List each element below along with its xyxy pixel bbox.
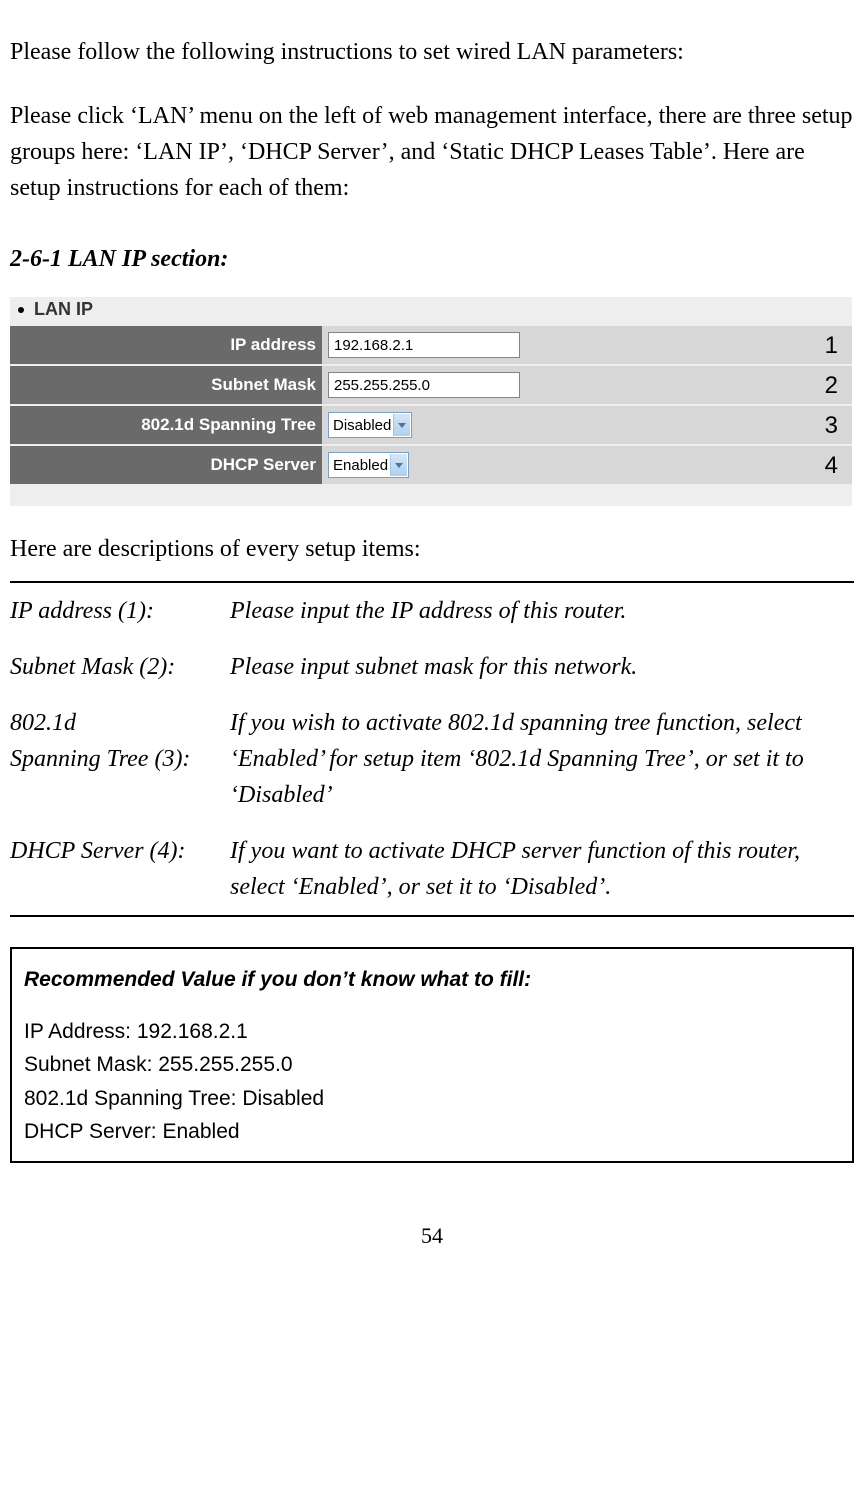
recommended-line: Subnet Mask: 255.255.255.0 <box>24 1048 840 1082</box>
field-label-ip-address: IP address <box>10 326 322 365</box>
descriptions-table: IP address (1): Please input the IP addr… <box>10 583 854 915</box>
divider-bottom <box>10 915 854 917</box>
bullet-icon <box>18 307 24 313</box>
recommended-title: Recommended Value if you don’t know what… <box>24 963 840 997</box>
desc-label: DHCP Server (4): <box>10 823 230 915</box>
field-value-cell: 1 <box>322 326 852 365</box>
callout-number-3: 3 <box>825 412 838 440</box>
desc-label: 802.1d Spanning Tree (3): <box>10 695 230 823</box>
desc-text: Please input the IP address of this rout… <box>230 583 854 639</box>
callout-number-2: 2 <box>825 372 838 400</box>
desc-text: If you want to activate DHCP server func… <box>230 823 854 915</box>
table-row: IP address (1): Please input the IP addr… <box>10 583 854 639</box>
table-row: Subnet Mask (2): Please input subnet mas… <box>10 639 854 695</box>
table-row: DHCP Server Enabled 4 <box>10 445 852 485</box>
callout-number-4: 4 <box>825 452 838 480</box>
select-value: Disabled <box>333 417 391 434</box>
field-label-dhcp-server: DHCP Server <box>10 445 322 485</box>
section-heading: 2-6-1 LAN IP section: <box>10 246 854 273</box>
chevron-down-icon <box>393 414 410 436</box>
table-row: 802.1d Spanning Tree Disabled 3 <box>10 405 852 445</box>
recommended-line: 802.1d Spanning Tree: Disabled <box>24 1082 840 1116</box>
field-label-subnet-mask: Subnet Mask <box>10 365 322 405</box>
table-row: Subnet Mask 2 <box>10 365 852 405</box>
intro-paragraph-1: Please follow the following instructions… <box>10 34 854 70</box>
lan-ip-panel-header: LAN IP <box>10 297 852 326</box>
table-row: 802.1d Spanning Tree (3): If you wish to… <box>10 695 854 823</box>
spanning-tree-select[interactable]: Disabled <box>328 412 412 438</box>
chevron-down-icon <box>390 454 407 476</box>
lan-ip-title: LAN IP <box>34 299 93 320</box>
select-value: Enabled <box>333 457 388 474</box>
table-row: DHCP Server (4): If you want to activate… <box>10 823 854 915</box>
page-number: 54 <box>10 1223 854 1249</box>
desc-label: Subnet Mask (2): <box>10 639 230 695</box>
field-value-cell: 2 <box>322 365 852 405</box>
desc-label: IP address (1): <box>10 583 230 639</box>
lan-ip-screenshot: LAN IP IP address 1 Subnet Mask 2 802.1d… <box>10 297 852 506</box>
dhcp-server-select[interactable]: Enabled <box>328 452 409 478</box>
field-value-cell: Enabled 4 <box>322 445 852 485</box>
desc-text: Please input subnet mask for this networ… <box>230 639 854 695</box>
ip-address-input[interactable] <box>328 332 520 358</box>
recommended-line: DHCP Server: Enabled <box>24 1115 840 1149</box>
descriptions-intro: Here are descriptions of every setup ite… <box>10 536 854 563</box>
desc-text: If you wish to activate 802.1d spanning … <box>230 695 854 823</box>
subnet-mask-input[interactable] <box>328 372 520 398</box>
recommended-line: IP Address: 192.168.2.1 <box>24 1015 840 1049</box>
recommended-box: Recommended Value if you don’t know what… <box>10 947 854 1163</box>
table-row: IP address 1 <box>10 326 852 365</box>
config-table: IP address 1 Subnet Mask 2 802.1d Spanni… <box>10 326 852 486</box>
field-label-spanning-tree: 802.1d Spanning Tree <box>10 405 322 445</box>
intro-paragraph-2: Please click ‘LAN’ menu on the left of w… <box>10 98 854 206</box>
callout-number-1: 1 <box>825 332 838 360</box>
field-value-cell: Disabled 3 <box>322 405 852 445</box>
